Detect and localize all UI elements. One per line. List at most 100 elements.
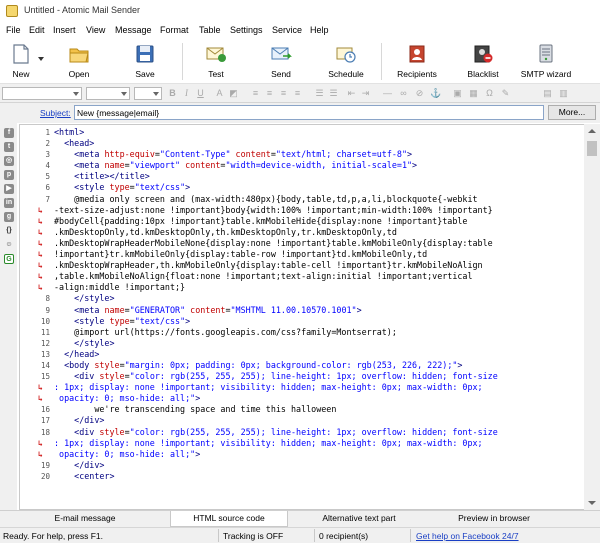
code-text[interactable]: <meta name="viewport" content="width=dev… <box>54 160 417 171</box>
code-text[interactable]: </style> <box>54 338 114 349</box>
code-line[interactable]: ↳ -align:middle !important;} <box>20 282 586 293</box>
code-line[interactable]: 2 <head> <box>20 138 586 149</box>
code-line[interactable]: 18 <div style="color: rgb(255, 255, 255)… <box>20 427 586 438</box>
menu-view[interactable]: View <box>86 25 105 35</box>
code-text[interactable]: </style> <box>54 293 114 304</box>
tab-html-source-code[interactable]: HTML source code <box>170 511 288 527</box>
open-button[interactable]: Open <box>62 39 96 84</box>
menu-insert[interactable]: Insert <box>53 25 76 35</box>
indent-icon[interactable]: ⇥ <box>360 88 371 99</box>
outdent-icon[interactable]: ⇤ <box>346 88 357 99</box>
smtp-wizard-button[interactable]: SMTP wizard <box>518 39 574 84</box>
bold-icon[interactable]: B <box>167 88 178 99</box>
code-line[interactable]: ↳: 1px; display: none !important; visibi… <box>20 438 586 449</box>
menu-help[interactable]: Help <box>310 25 329 35</box>
code-line[interactable]: 19 </div> <box>20 460 586 471</box>
code-line[interactable]: 17 </div> <box>20 415 586 426</box>
code-line[interactable]: 7 @media only screen and (max-width:480p… <box>20 194 586 205</box>
code-line[interactable]: 10 <style type="text/css"> <box>20 316 586 327</box>
tab-email-message[interactable]: E-mail message <box>0 511 170 527</box>
facebook-icon[interactable]: f <box>4 128 14 138</box>
blacklist-button[interactable]: Blacklist <box>461 39 505 84</box>
align-left-icon[interactable]: ≡ <box>250 88 261 99</box>
paragraph-style-select[interactable] <box>2 87 82 100</box>
code-line[interactable]: ↳ .kmDesktopWrapHeader,th.kmMobileOnly{di… <box>20 260 586 271</box>
code-text[interactable]: <meta name="GENERATOR" content="MSHTML 1… <box>54 305 361 316</box>
code-text[interactable]: #bodyCell{padding:10px !important}table.… <box>54 216 467 227</box>
code-text[interactable]: .kmDesktopOnly,td.kmDesktopOnly,th.kmDes… <box>54 227 397 238</box>
subject-label[interactable]: Subject: <box>40 108 71 118</box>
table-icon[interactable]: ▦ <box>468 88 479 99</box>
hr-icon[interactable]: — <box>382 88 393 99</box>
chart-icon[interactable]: ▥ <box>558 88 569 99</box>
code-text[interactable]: opacity: 0; mso-hide: all;"> <box>54 449 200 460</box>
code-line[interactable]: ↳ .kmDesktopWrapHeaderMobileNone{display:… <box>20 238 586 249</box>
code-text[interactable]: : 1px; display: none !important; visibil… <box>54 382 483 393</box>
code-text[interactable]: <center> <box>54 471 114 482</box>
highlight-icon[interactable]: ◩ <box>228 88 239 99</box>
code-text[interactable]: .kmDesktopWrapHeaderMobileNone{display:n… <box>54 238 493 249</box>
code-line[interactable]: 3 <meta http-equiv="Content-Type" conten… <box>20 149 586 160</box>
symbol-icon[interactable]: Ω <box>484 88 495 99</box>
menu-table[interactable]: Table <box>199 25 221 35</box>
menu-settings[interactable]: Settings <box>230 25 263 35</box>
save-button[interactable]: Save <box>128 39 162 84</box>
code-text[interactable]: -text-size-adjust:none !important}body{w… <box>54 205 493 216</box>
code-line[interactable]: ↳ .kmDesktopOnly,td.kmDesktopOnly,th.kmDe… <box>20 227 586 238</box>
code-text[interactable]: opacity: 0; mso-hide: all;"> <box>54 393 200 404</box>
justify-icon[interactable]: ≡ <box>292 88 303 99</box>
code-line[interactable]: ↳ !important}tr.kmMobileOnly{display:tabl… <box>20 249 586 260</box>
font-select[interactable] <box>86 87 130 100</box>
align-center-icon[interactable]: ≡ <box>264 88 275 99</box>
code-line[interactable]: 6 <style type="text/css"> <box>20 182 586 193</box>
font-size-select[interactable] <box>134 87 162 100</box>
code-area[interactable]: 1 <html> 2 <head> 3 <meta http-equiv="Conte… <box>20 127 586 482</box>
code-text[interactable]: <style type="text/css"> <box>54 182 190 193</box>
code-braces-icon[interactable]: {} <box>4 226 14 236</box>
test-button[interactable]: Test <box>199 39 233 84</box>
code-line[interactable]: 4 <meta name="viewport" content="width=d… <box>20 160 586 171</box>
code-text[interactable]: <head> <box>54 138 94 149</box>
twitter-icon[interactable]: t <box>4 142 14 152</box>
code-text[interactable]: </head> <box>54 349 99 360</box>
code-line[interactable]: 9 <meta name="GENERATOR" content="MSHTML… <box>20 305 586 316</box>
schedule-button[interactable]: Schedule <box>324 39 368 84</box>
facebook-help-link[interactable]: Get help on Facebook 24/7 <box>416 531 519 541</box>
code-line[interactable]: 5 <title></title> <box>20 171 586 182</box>
code-line[interactable]: 1 <html> <box>20 127 586 138</box>
anchor-icon[interactable]: ⚓ <box>430 88 441 99</box>
code-text[interactable]: : 1px; display: none !important; visibil… <box>54 438 483 449</box>
code-line[interactable]: 16 we're transcending space and time thi… <box>20 404 586 415</box>
pinterest-icon[interactable]: p <box>4 170 14 180</box>
clear-format-icon[interactable]: ✎ <box>500 88 511 99</box>
code-line[interactable]: ↳ #bodyCell{padding:10px !important}table… <box>20 216 586 227</box>
numbered-list-icon[interactable]: ☰ <box>314 88 325 99</box>
youtube-icon[interactable]: ▶ <box>4 184 14 194</box>
new-dropdown-arrow-icon[interactable] <box>38 57 44 61</box>
bullet-list-icon[interactable]: ☰ <box>328 88 339 99</box>
font-color-icon[interactable]: A <box>214 88 225 99</box>
code-text[interactable]: -align:middle !important;} <box>54 282 185 293</box>
underline-icon[interactable]: U <box>195 88 206 99</box>
code-line[interactable]: 11 @import url(https://fonts.googleapis.… <box>20 327 586 338</box>
code-text[interactable]: <div style="color: rgb(255, 255, 255); l… <box>54 427 498 438</box>
code-line[interactable]: 14 <body style="margin: 0px; padding: 0p… <box>20 360 586 371</box>
scroll-up-icon[interactable] <box>588 129 596 133</box>
image-icon[interactable]: ▣ <box>452 88 463 99</box>
code-text[interactable]: <body style="margin: 0px; padding: 0px; … <box>54 360 462 371</box>
code-text[interactable]: <div style="color: rgb(255, 255, 255); l… <box>54 371 498 382</box>
subject-input[interactable] <box>74 105 544 120</box>
code-text[interactable]: <html> <box>54 127 84 138</box>
menu-edit[interactable]: Edit <box>29 25 45 35</box>
code-text[interactable]: @import url(https://fonts.googleapis.com… <box>54 327 397 338</box>
code-line[interactable]: 8 </style> <box>20 293 586 304</box>
code-line[interactable]: ↳ opacity: 0; mso-hide: all;"> <box>20 449 586 460</box>
tab-preview-in-browser[interactable]: Preview in browser <box>430 511 558 527</box>
italic-icon[interactable]: I <box>181 88 192 99</box>
code-line[interactable]: 13 </head> <box>20 349 586 360</box>
menu-message[interactable]: Message <box>115 25 152 35</box>
code-text[interactable]: ,table.kmMobileNoAlign{float:none !impor… <box>54 271 473 282</box>
tab-alternative-text-part[interactable]: Alternative text part <box>300 511 418 527</box>
recipients-button[interactable]: Recipients <box>392 39 442 84</box>
code-line[interactable]: ↳ opacity: 0; mso-hide: all;"> <box>20 393 586 404</box>
